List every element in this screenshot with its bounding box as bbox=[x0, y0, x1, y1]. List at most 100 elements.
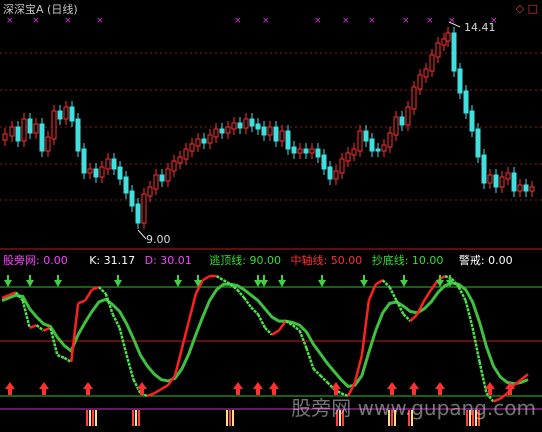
down-arrow-icon bbox=[26, 275, 34, 287]
k-series-segment bbox=[111, 313, 121, 329]
candle-body bbox=[141, 193, 147, 224]
d-value: D: 30.01 bbox=[144, 254, 192, 267]
k-series-segment bbox=[464, 300, 474, 329]
k-series-segment bbox=[98, 286, 107, 295]
candle-body bbox=[333, 170, 339, 180]
candle-body bbox=[411, 86, 417, 110]
candle-body bbox=[69, 106, 75, 122]
sell-marker-icon: × bbox=[402, 16, 410, 26]
candle-body bbox=[505, 172, 511, 180]
candle-body bbox=[381, 144, 387, 152]
signal-bar bbox=[132, 410, 134, 426]
k-series-segment bbox=[423, 289, 433, 302]
k-series-segment bbox=[69, 303, 80, 363]
candle-body bbox=[75, 118, 81, 152]
candle-body bbox=[93, 168, 99, 178]
candle-body bbox=[123, 176, 129, 194]
k-series-segment bbox=[83, 289, 94, 302]
down-arrow-icon bbox=[114, 275, 122, 287]
k-series-segment bbox=[402, 313, 412, 322]
candle-body bbox=[345, 152, 351, 162]
candle-body bbox=[111, 158, 117, 170]
candle-body bbox=[457, 68, 463, 94]
candlesticks bbox=[2, 27, 535, 229]
bottom-line-value: 抄底线: 10.00 bbox=[371, 254, 444, 267]
k-series-segment bbox=[271, 329, 280, 336]
candle-body bbox=[207, 134, 213, 144]
candle-body bbox=[105, 158, 111, 170]
top-line-value: 逃顶线: 90.00 bbox=[209, 254, 281, 267]
candle-body bbox=[309, 148, 315, 154]
candle-body bbox=[21, 118, 27, 142]
candle-body bbox=[201, 138, 207, 144]
k-series-segment bbox=[381, 279, 391, 288]
window-control-icons[interactable]: ◇ □ bbox=[516, 2, 538, 15]
signal-bar bbox=[95, 410, 97, 426]
k-series-segment bbox=[187, 293, 198, 322]
candle-body bbox=[81, 148, 87, 174]
candle-body bbox=[225, 126, 231, 134]
warn-value: 警戒: 0.00 bbox=[458, 254, 513, 267]
signal-bar bbox=[226, 410, 228, 426]
candle-body bbox=[27, 118, 33, 134]
candle-body bbox=[213, 128, 219, 138]
price-high-label: 14.41 bbox=[464, 21, 496, 34]
candle-body bbox=[267, 126, 273, 136]
signal-bar bbox=[229, 410, 231, 426]
k-series-segment bbox=[388, 286, 398, 302]
candle-body bbox=[327, 166, 333, 180]
up-arrow-icon bbox=[83, 382, 93, 395]
candle-body bbox=[523, 184, 529, 192]
sell-marker-icon: × bbox=[262, 16, 270, 26]
candle-body bbox=[279, 130, 285, 142]
candle-body bbox=[499, 176, 505, 188]
k-series-segment bbox=[409, 313, 419, 322]
candle-body bbox=[231, 122, 237, 130]
candle-body bbox=[99, 166, 105, 178]
candle-body bbox=[435, 42, 441, 58]
watermark: 股旁网 www.gupang.com bbox=[291, 396, 536, 420]
down-arrow-icon bbox=[260, 275, 268, 287]
sell-marker-icon: × bbox=[426, 16, 434, 26]
signal-bar bbox=[89, 410, 91, 426]
chart-title: 深深宝A (日线) bbox=[3, 3, 78, 16]
candle-body bbox=[129, 190, 135, 207]
down-arrow-icon bbox=[174, 275, 182, 287]
k-series-segment bbox=[243, 297, 253, 309]
candle-body bbox=[33, 123, 39, 134]
indicator-name[interactable]: 股旁网 bbox=[3, 254, 36, 267]
k-series-segment bbox=[264, 326, 273, 336]
k-series-segment bbox=[202, 275, 211, 282]
candle-body bbox=[517, 184, 523, 192]
candle-body bbox=[291, 146, 297, 154]
k-series-segment bbox=[35, 324, 45, 332]
candle-body bbox=[159, 174, 165, 182]
sell-marker-icon: × bbox=[314, 16, 322, 26]
k-series-segment bbox=[153, 388, 162, 395]
candle-body bbox=[511, 172, 517, 192]
candle-body bbox=[369, 138, 375, 152]
d-series-line bbox=[1, 281, 529, 389]
candle-body bbox=[189, 143, 195, 152]
stock-chart[interactable]: × × × × × × × × × × × × × bbox=[0, 0, 542, 428]
signal-bar bbox=[86, 410, 88, 426]
candle-body bbox=[87, 168, 93, 174]
candle-body bbox=[351, 148, 357, 156]
sell-marker-icon: × bbox=[96, 16, 104, 26]
candle-body bbox=[39, 123, 45, 152]
k-series-segment bbox=[56, 353, 65, 360]
candle-body bbox=[493, 174, 499, 188]
k-series-segment bbox=[256, 313, 267, 329]
candle-body bbox=[135, 203, 141, 224]
candle-body bbox=[393, 116, 399, 136]
candle-body bbox=[363, 130, 369, 142]
candle-body bbox=[51, 110, 57, 140]
up-arrow-icon bbox=[39, 382, 49, 395]
candle-body bbox=[243, 118, 249, 129]
candle-body bbox=[219, 128, 225, 134]
candle-body bbox=[297, 148, 303, 154]
signal-bar bbox=[232, 410, 234, 426]
candle-body bbox=[445, 32, 451, 42]
candle-body bbox=[147, 186, 153, 197]
down-arrow-icon bbox=[400, 275, 408, 287]
